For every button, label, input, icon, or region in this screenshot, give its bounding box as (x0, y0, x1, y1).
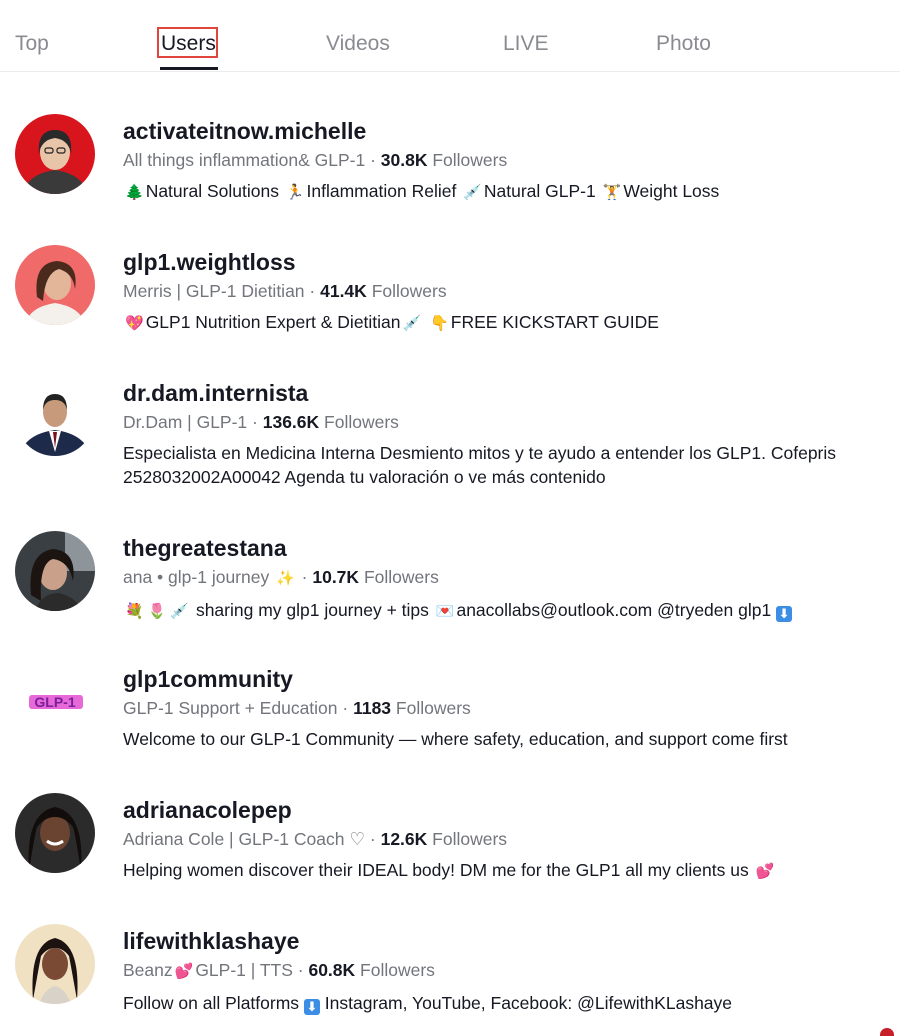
tab-videos[interactable]: Videos (326, 30, 390, 58)
username[interactable]: adrianacolepep (123, 796, 914, 824)
user-info: dr.dam.internista Dr.Dam | GLP-1 · 136.6… (123, 379, 914, 489)
syringe-emoji-icon: 💉 (402, 315, 422, 332)
avatar[interactable] (15, 924, 95, 1004)
username[interactable]: lifewithklashaye (123, 927, 914, 955)
love-letter-emoji-icon: 💌 (435, 603, 455, 620)
user-meta: Dr.Dam | GLP-1 · 136.6K Followers (123, 412, 399, 432)
tab-live[interactable]: LIVE (503, 30, 549, 58)
user-meta: Merris | GLP-1 Dietitian · 41.4K Followe… (123, 281, 447, 301)
down-arrow-emoji-icon: ⬇ (303, 999, 320, 1015)
tree-emoji-icon: 🌲 (125, 184, 144, 201)
user-subtitle: Adriana Cole | GLP-1 Coach ♡ (123, 829, 366, 849)
user-meta: GLP-1 Support + Education · 1183 Followe… (123, 698, 471, 718)
user-info: glp1community GLP-1 Support + Education … (123, 665, 914, 751)
two-hearts-emoji-icon: 💕 (755, 863, 775, 880)
user-info: activateitnow.michelle All things inflam… (123, 117, 914, 205)
username[interactable]: glp1.weightloss (123, 248, 914, 276)
followers-count: 60.8K (308, 960, 356, 980)
avatar[interactable]: GLP-1 (15, 662, 95, 742)
user-meta: All things inflammation& GLP-1 · 30.8K F… (123, 150, 508, 170)
bouquet-emoji-icon: 💐 (125, 603, 144, 620)
user-subtitle: Merris | GLP-1 Dietitian (123, 281, 305, 301)
svg-text:GLP-1: GLP-1 (34, 694, 75, 710)
user-subtitle: Dr.Dam | GLP-1 (123, 412, 248, 432)
user-subtitle: GLP-1 Support + Education (123, 698, 338, 718)
user-meta: Adriana Cole | GLP-1 Coach ♡ · 12.6K Fol… (123, 829, 508, 849)
followers-count: 10.7K (312, 567, 360, 587)
syringe-emoji-icon: 💉 (463, 184, 482, 201)
user-result-row[interactable]: adrianacolepep Adriana Cole | GLP-1 Coac… (0, 793, 914, 893)
point-down-emoji-icon: 👇 (430, 315, 449, 332)
avatar[interactable] (15, 531, 95, 611)
followers-label: Followers (395, 698, 471, 718)
followers-label: Followers (371, 281, 447, 301)
user-subtitle: All things inflammation& GLP-1 (123, 150, 366, 170)
username[interactable]: activateitnow.michelle (123, 117, 914, 145)
active-tab-indicator (160, 67, 218, 70)
followers-label: Followers (324, 412, 399, 432)
weightlifter-emoji-icon: 🏋 (602, 184, 622, 201)
corner-badge-icon (880, 1028, 894, 1036)
user-bio: Follow on all Platforms ⬇ Instagram, You… (123, 993, 733, 1015)
two-hearts-emoji-icon: 💕 (174, 963, 194, 980)
user-result-row[interactable]: dr.dam.internista Dr.Dam | GLP-1 · 136.6… (0, 376, 914, 491)
glp1-logo: GLP-1 (15, 662, 95, 742)
user-meta: ana • glp-1 journey ✨ · 10.7K Followers (123, 566, 914, 590)
user-result-row[interactable]: glp1.weightloss Merris | GLP-1 Dietitian… (0, 245, 914, 345)
followers-count: 136.6K (262, 412, 320, 432)
user-info: glp1.weightloss Merris | GLP-1 Dietitian… (123, 248, 914, 336)
user-result-row[interactable]: activateitnow.michelle All things inflam… (0, 114, 914, 214)
user-bio: Helping women discover their IDEAL body!… (123, 858, 914, 884)
followers-label: Followers (432, 829, 508, 849)
tab-photo[interactable]: Photo (656, 30, 711, 58)
user-subtitle: ana • glp-1 journey (123, 567, 270, 587)
tulip-emoji-icon: 🌷 (147, 603, 167, 620)
user-subtitle-pre: Beanz (123, 960, 173, 980)
sparkles-emoji-icon: ✨ (276, 570, 295, 587)
user-subtitle: GLP-1 | TTS (195, 960, 293, 980)
user-result-row[interactable]: lifewithklashaye Beanz 💕 GLP-1 | TTS · 60.… (0, 924, 914, 1024)
followers-count: 41.4K (320, 281, 367, 301)
tab-top[interactable]: Top (15, 30, 49, 58)
username[interactable]: glp1community (123, 665, 914, 693)
followers-count: 30.8K (380, 150, 428, 170)
avatar[interactable] (15, 793, 95, 873)
user-bio: Especialista en Medicina Interna Desmien… (123, 443, 837, 487)
followers-label: Followers (363, 567, 439, 587)
user-info: thegreatestana ana • glp-1 journey ✨ · 1… (123, 534, 914, 624)
tab-focus-ring (157, 27, 218, 58)
followers-label: Followers (360, 960, 435, 980)
user-meta: Beanz 💕 GLP-1 | TTS · 60.8K Followers (123, 959, 914, 983)
user-result-row[interactable]: GLP-1 glp1community GLP-1 Support + Educ… (0, 662, 914, 762)
user-result-row[interactable]: thegreatestana ana • glp-1 journey ✨ · 1… (0, 531, 914, 631)
runner-emoji-icon: 🏃 (285, 184, 305, 201)
search-result-tabs: Top Users Videos LIVE Photo (0, 0, 900, 72)
followers-label: Followers (432, 150, 508, 170)
heart-emoji-icon: 💖 (125, 315, 144, 332)
user-info: lifewithklashaye Beanz 💕 GLP-1 | TTS · 60.… (123, 927, 914, 1015)
followers-count: 1183 (353, 698, 392, 718)
followers-count: 12.6K (380, 829, 428, 849)
username[interactable]: dr.dam.internista (123, 379, 914, 407)
down-arrow-emoji-icon: ⬇ (776, 606, 793, 622)
user-bio: 💖 GLP1 Nutrition Expert & Dietitian 💉 👇 FRE… (123, 310, 914, 336)
username[interactable]: thegreatestana (123, 534, 914, 562)
user-bio: 💐 🌷 💉 sharing my glp1 journey + tips 💌 anac… (123, 598, 914, 624)
user-info: adrianacolepep Adriana Cole | GLP-1 Coac… (123, 796, 914, 884)
syringe-emoji-icon: 💉 (170, 603, 190, 620)
user-bio: 🌲 Natural Solutions 🏃 Inflammation Relief … (123, 179, 914, 205)
avatar[interactable] (15, 114, 95, 194)
avatar[interactable] (15, 245, 95, 325)
user-bio: Welcome to our GLP-1 Community — where s… (123, 729, 788, 749)
avatar[interactable] (15, 376, 95, 456)
